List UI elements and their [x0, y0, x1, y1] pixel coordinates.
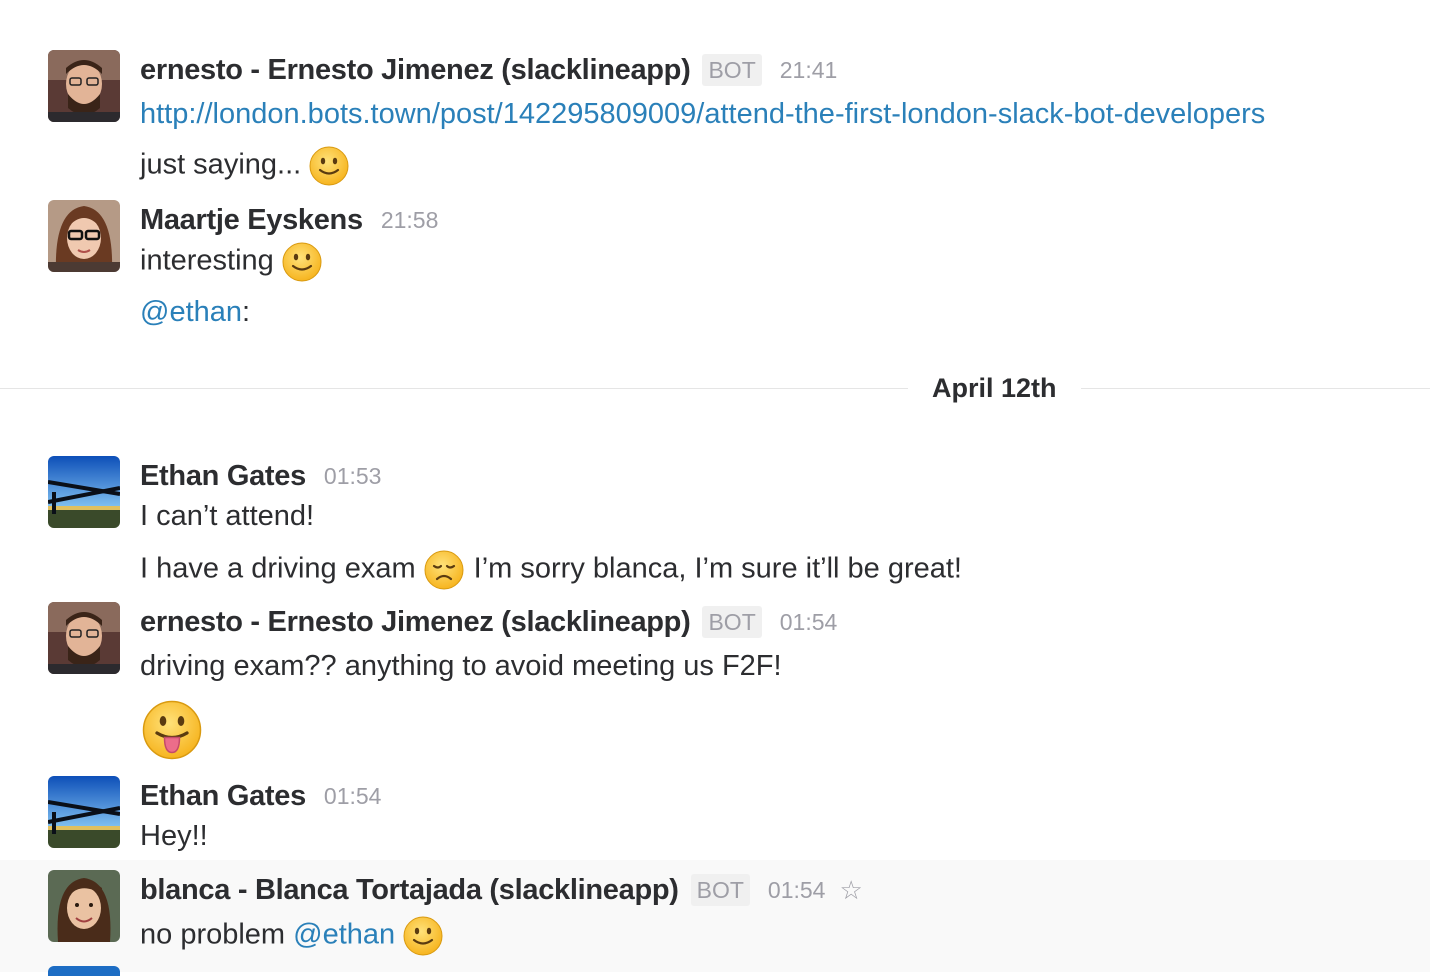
timestamp[interactable]: 21:58 [381, 202, 439, 238]
face-with-tongue-icon[interactable] [142, 700, 202, 760]
bot-badge: BOT [702, 54, 762, 86]
avatar-maartje[interactable] [48, 200, 120, 272]
date-divider-line [0, 388, 1430, 389]
star-icon[interactable]: ☆ [839, 872, 862, 908]
jumbo-emoji-row [140, 700, 202, 760]
message-text-content: : [242, 296, 251, 328]
message-text: I have a driving exam I’m sorry blanca, I… [140, 550, 962, 590]
avatar-ethan[interactable] [48, 456, 120, 528]
message-header: ernesto - Ernesto Jimenez (slacklineapp)… [140, 52, 837, 88]
author-name[interactable]: Maartje Eyskens [140, 202, 363, 238]
timestamp[interactable]: 01:54 [780, 604, 838, 640]
bot-badge: BOT [690, 874, 750, 906]
avatar-ernesto[interactable] [48, 602, 120, 674]
author-name[interactable]: ernesto - Ernesto Jimenez (slacklineapp) [140, 604, 691, 640]
message-text-content: interesting [140, 244, 274, 277]
message-header: Ethan Gates 01:53 [140, 458, 381, 494]
message-text: no problem @ethan [140, 916, 443, 956]
avatar-ethan[interactable] [48, 776, 120, 848]
slightly-smiling-face-icon[interactable] [282, 242, 322, 282]
mention-ethan[interactable]: @ethan [293, 919, 395, 951]
avatar-ernesto[interactable] [48, 50, 120, 122]
message-text: just saying... [140, 146, 349, 186]
slightly-smiling-face-icon[interactable] [309, 146, 349, 186]
message-text: interesting [140, 242, 322, 282]
message-ernesto-2141: ernesto - Ernesto Jimenez (slacklineapp)… [0, 40, 1430, 190]
message-header: Ethan Gates 01:54 [140, 778, 381, 814]
message-text-content: driving exam?? anything to avoid meeting… [140, 650, 782, 682]
timestamp[interactable]: 01:53 [324, 458, 382, 494]
message-ernesto-0154: ernesto - Ernesto Jimenez (slacklineapp)… [0, 592, 1430, 766]
message-text: http://london.bots.town/post/14229580900… [140, 96, 1265, 132]
message-text: driving exam?? anything to avoid meeting… [140, 648, 782, 684]
message-text-content: I’m sorry blanca, I’m sure it’ll be grea… [473, 552, 962, 585]
message-text-content: just saying... [140, 148, 302, 181]
timestamp[interactable]: 01:54 [324, 778, 382, 814]
message-header: Maartje Eyskens 21:58 [140, 202, 438, 238]
message-text-content: I can’t attend! [140, 500, 315, 532]
message-maartje-2158: Maartje Eyskens 21:58 interesting @ethan… [0, 190, 1430, 340]
message-text-content: Hey!! [140, 820, 208, 852]
timestamp[interactable]: 01:54 [768, 872, 826, 908]
message-link[interactable]: http://london.bots.town/post/14229580900… [140, 98, 1265, 130]
timestamp[interactable]: 21:41 [780, 52, 838, 88]
message-text-content: no problem [140, 918, 286, 951]
date-divider-label: April 12th [908, 370, 1081, 406]
author-name[interactable]: blanca - Blanca Tortajada (slacklineapp) [140, 872, 679, 908]
message-header: blanca - Blanca Tortajada (slacklineapp)… [140, 872, 863, 908]
message-text: @ethan: [140, 294, 250, 330]
message-header: ernesto - Ernesto Jimenez (slacklineapp)… [140, 604, 837, 640]
message-text: Hey!! [140, 818, 208, 854]
author-name[interactable]: Ethan Gates [140, 778, 306, 814]
message-ethan-0154: Ethan Gates 01:54 Hey!! [0, 766, 1430, 860]
message-text-content: I have a driving exam [140, 552, 416, 585]
message-text: I can’t attend! [140, 498, 314, 534]
mention-ethan[interactable]: @ethan [140, 296, 242, 328]
message-blanca-0154[interactable]: blanca - Blanca Tortajada (slacklineapp)… [0, 860, 1430, 972]
avatar-blanca[interactable] [48, 870, 120, 942]
bot-badge: BOT [702, 606, 762, 638]
disappointed-face-icon[interactable] [424, 550, 464, 590]
author-name[interactable]: Ethan Gates [140, 458, 306, 494]
author-name[interactable]: ernesto - Ernesto Jimenez (slacklineapp) [140, 52, 691, 88]
slightly-smiling-face-icon[interactable] [403, 916, 443, 956]
message-ethan-0153: Ethan Gates 01:53 I can’t attend! I have… [0, 446, 1430, 592]
next-message-avatar-peek [48, 966, 120, 976]
